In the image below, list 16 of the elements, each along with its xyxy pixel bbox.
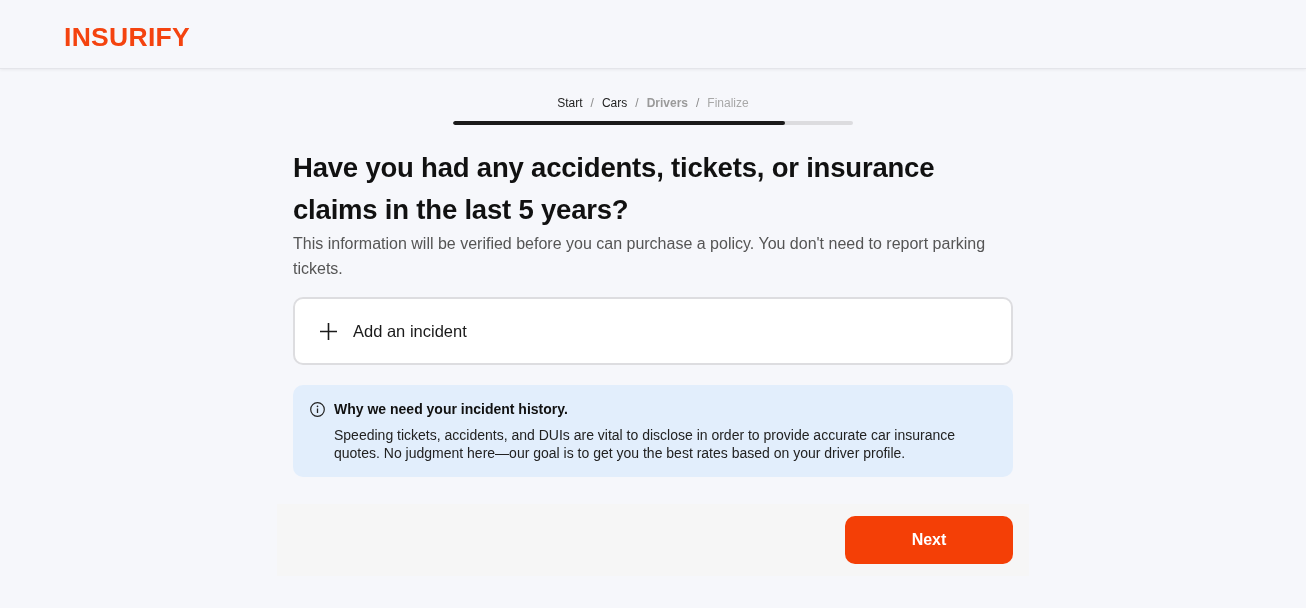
info-text: Speeding tickets, accidents, and DUIs are vital to disclose in order to provide accurate car insurance quotes. No judgment here—our goal is to get you the best rates based on your driver profile. [334,426,956,462]
breadcrumb-separator: / [590,96,594,110]
breadcrumb-separator: / [696,96,700,110]
breadcrumb-step: Cars [601,96,628,110]
next-button[interactable]: Next [845,516,1013,564]
question-heading: Have you had any accidents, tickets, or insurance claims in the last 5 years? [293,151,936,227]
breadcrumb-separator: / [635,96,639,110]
info-title: Why we need your incident history. [334,400,568,418]
breadcrumb-step: Finalize [707,96,749,110]
question-description: This information will be verified before you can purchase a policy. You don't need to report parking tickets. [293,234,987,279]
breadcrumb-step: Drivers [646,96,688,110]
plus-icon [320,322,337,340]
info-icon [310,402,325,417]
breadcrumb-step: Start [557,96,583,110]
add-incident-button[interactable]: Add an incident [293,297,1013,365]
insurify-logo[interactable]: INSURIFY [64,21,191,53]
